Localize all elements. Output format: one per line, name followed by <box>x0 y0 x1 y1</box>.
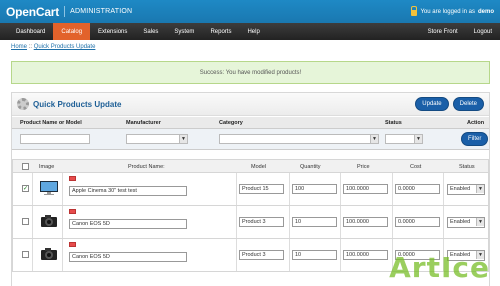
price-input[interactable]: 100.0000 <box>343 184 388 194</box>
login-text: You are logged in as <box>420 8 475 15</box>
status-value: Enabled <box>450 186 471 192</box>
col-quantity: Quantity <box>300 164 321 170</box>
delete-button[interactable]: Delete <box>452 97 484 111</box>
col-price: Price <box>357 164 370 170</box>
login-user[interactable]: demo <box>478 9 494 15</box>
cost-input[interactable]: 0.0000 <box>395 217 440 227</box>
chevron-down-icon: ▼ <box>179 135 187 143</box>
chevron-down-icon: ▼ <box>414 135 422 143</box>
col-image: Image <box>39 164 55 170</box>
filter-status-select[interactable]: ▼ <box>385 134 423 144</box>
row-checkbox[interactable] <box>22 251 29 258</box>
filter-col-name: Product Name or Model <box>20 120 82 126</box>
chevron-down-icon: ▼ <box>476 218 484 226</box>
nav-extensions[interactable]: Extensions <box>90 23 135 40</box>
product-name-input[interactable]: Apple Cinema 30" test test <box>69 186 187 196</box>
filter-col-status: Status <box>385 120 402 126</box>
gear-icon <box>17 98 29 110</box>
filter-panel: Product Name or Model Manufacturer Categ… <box>12 117 489 150</box>
nav-dashboard[interactable]: Dashboard <box>8 23 53 40</box>
product-name-input[interactable]: Canon EOS 5D <box>69 219 187 229</box>
filter-header: Product Name or Model Manufacturer Categ… <box>12 117 489 129</box>
table-row: ✓ Apple Cinema 30" test test Product 15 … <box>12 173 489 206</box>
col-model: Model <box>251 164 266 170</box>
status-select[interactable]: Enabled ▼ <box>447 184 485 195</box>
status-select[interactable]: Enabled ▼ <box>447 217 485 228</box>
update-button[interactable]: Update <box>415 97 449 111</box>
model-input[interactable]: Product 3 <box>239 217 284 227</box>
select-all-checkbox[interactable] <box>22 163 29 170</box>
filter-col-manufacturer: Manufacturer <box>126 120 161 126</box>
box-heading: Quick Products Update Update Delete <box>12 93 489 116</box>
filter-col-action: Action <box>467 120 485 126</box>
nav-reports[interactable]: Reports <box>202 23 239 40</box>
lock-icon <box>411 5 418 16</box>
admin-title: ADMINISTRATION <box>70 8 133 15</box>
filter-category-select[interactable]: ▼ <box>219 134 379 144</box>
status-value: Enabled <box>450 219 471 225</box>
logo-separator <box>64 6 66 17</box>
price-input[interactable]: 100.0000 <box>343 217 388 227</box>
camera-icon <box>41 248 57 260</box>
nav-catalog[interactable]: Catalog <box>53 23 91 40</box>
quantity-input[interactable]: 10 <box>292 217 337 227</box>
filter-manufacturer-select[interactable]: ▼ <box>126 134 188 144</box>
model-input[interactable]: Product 3 <box>239 250 284 260</box>
product-name-input[interactable]: Canon EOS 5D <box>69 252 187 262</box>
flag-icon <box>69 209 76 214</box>
page-title: Quick Products Update <box>33 99 122 109</box>
filter-row: ▼ ▼ ▼ Filter <box>12 129 489 149</box>
col-status: Status <box>459 164 475 170</box>
top-header: OpenCart ADMINISTRATION You are logged i… <box>0 0 500 23</box>
nav-store-front[interactable]: Store Front <box>420 23 466 40</box>
filter-button[interactable]: Filter <box>461 132 489 146</box>
quantity-input[interactable]: 10 <box>292 250 337 260</box>
row-checkbox[interactable] <box>22 218 29 225</box>
nav-logout[interactable]: Logout <box>466 23 500 40</box>
breadcrumb-home[interactable]: Home <box>11 44 27 50</box>
nav-help[interactable]: Help <box>239 23 267 40</box>
quantity-input[interactable]: 100 <box>292 184 337 194</box>
row-checkbox[interactable]: ✓ <box>22 185 29 192</box>
monitor-icon <box>40 181 58 195</box>
table-header: Image Product Name: Model Quantity Price… <box>12 159 489 173</box>
main-nav: Dashboard Catalog Extensions Sales Syste… <box>0 23 500 40</box>
logo: OpenCart <box>6 4 60 19</box>
price-input[interactable]: 100.0000 <box>343 250 388 260</box>
nav-system[interactable]: System <box>166 23 202 40</box>
filter-col-category: Category <box>219 120 243 126</box>
col-cost: Cost <box>410 164 422 170</box>
cost-input[interactable]: 0.0000 <box>395 184 440 194</box>
filter-name-input[interactable] <box>20 134 90 144</box>
breadcrumb: Home :: Quick Products Update <box>11 44 95 50</box>
col-product-name: Product Name: <box>128 164 165 170</box>
nav-sales[interactable]: Sales <box>135 23 166 40</box>
flag-icon <box>69 242 76 247</box>
model-input[interactable]: Product 15 <box>239 184 284 194</box>
flag-icon <box>69 176 76 181</box>
camera-icon <box>41 215 57 227</box>
success-message: Success: You have modified products! <box>11 61 490 84</box>
watermark: ArtIce <box>389 251 490 284</box>
chevron-down-icon: ▼ <box>370 135 378 143</box>
login-status: You are logged in as demo <box>411 5 494 16</box>
chevron-down-icon: ▼ <box>476 185 484 193</box>
table-row: Canon EOS 5D Product 3 10 100.0000 0.000… <box>12 206 489 239</box>
breadcrumb-current[interactable]: Quick Products Update <box>34 44 96 50</box>
